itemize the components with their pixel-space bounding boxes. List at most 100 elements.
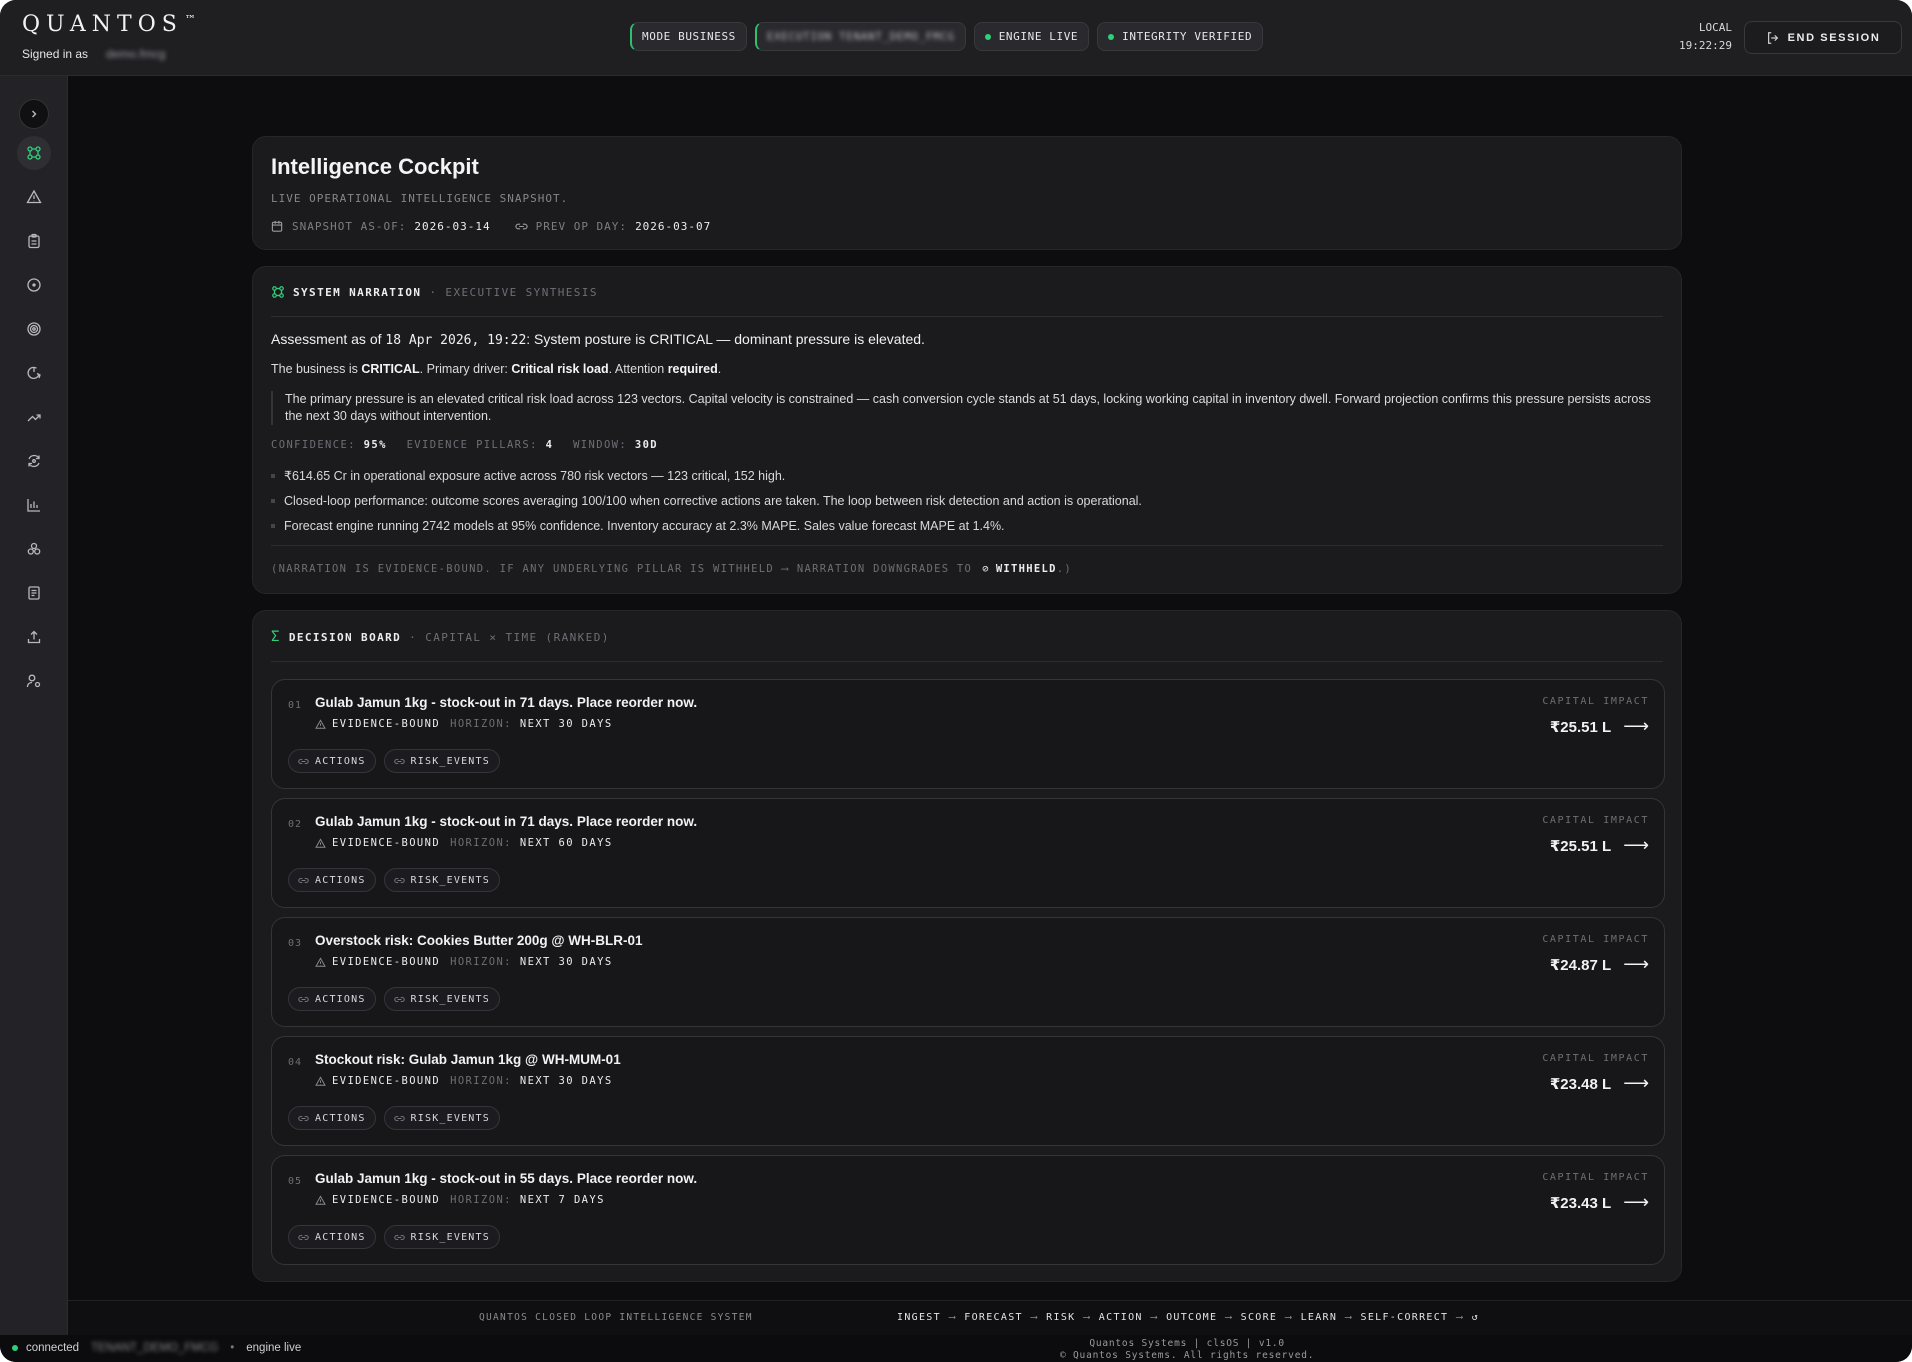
decision-title: Gulab Jamun 1kg - stock-out in 71 days. …	[315, 814, 698, 829]
brand-logo: QUANTOS ™	[22, 12, 196, 37]
sidebar-item-reports[interactable]	[17, 576, 51, 610]
link-icon	[393, 1115, 405, 1121]
decision-item[interactable]: 04 Stockout risk: Gulab Jamun 1kg @ WH-MU…	[271, 1036, 1665, 1146]
sidebar-item-trends[interactable]	[17, 400, 51, 434]
divider	[271, 316, 1663, 317]
loop-step: OUTCOME	[1166, 1312, 1218, 1323]
decision-item[interactable]: 05 Gulab Jamun 1kg - stock-out in 55 days…	[271, 1155, 1665, 1265]
sidebar-item-alerts[interactable]	[17, 180, 51, 214]
page-title: Intelligence Cockpit	[271, 154, 479, 179]
document-icon	[28, 586, 40, 600]
local-clock: LOCAL 19:22:29	[1679, 19, 1732, 55]
capital-impact-value[interactable]: ₹25.51 L ⟶	[1550, 716, 1649, 737]
sidebar-item-user-settings[interactable]	[17, 664, 51, 698]
arrow-right-icon: ⟶	[1623, 716, 1649, 736]
capital-impact-value[interactable]: ₹23.43 L ⟶	[1550, 1192, 1649, 1213]
link-icon	[393, 758, 405, 764]
decision-tags: ACTIONS RISK_EVENTS	[288, 1225, 500, 1249]
sidebar-item-radar[interactable]	[17, 312, 51, 346]
arrow-right-icon: ⟶	[1225, 1312, 1233, 1323]
capital-impact-value[interactable]: ₹24.87 L ⟶	[1550, 954, 1649, 975]
decision-meta: EVIDENCE-BOUND HORIZON: NEXT 60 DAYS	[315, 837, 613, 849]
end-session-button[interactable]: END SESSION	[1744, 21, 1902, 54]
network-icon	[272, 286, 284, 298]
arrow-right-icon: ⟶	[1456, 1312, 1464, 1323]
decision-tags: ACTIONS RISK_EVENTS	[288, 987, 500, 1011]
mode-pill[interactable]: MODE BUSINESS	[630, 22, 747, 51]
sidebar-item-status[interactable]	[17, 268, 51, 302]
decision-board-card: Σ DECISION BOARD · CAPITAL × TIME (RANKE…	[252, 610, 1682, 1282]
risk-events-tag[interactable]: RISK_EVENTS	[383, 749, 500, 773]
actions-tag[interactable]: ACTIONS	[288, 987, 376, 1011]
logout-icon	[1767, 31, 1778, 44]
actions-tag[interactable]: ACTIONS	[288, 749, 376, 773]
sidebar-item-upload[interactable]	[17, 620, 51, 654]
narration-quote: The primary pressure is an elevated crit…	[271, 391, 1661, 425]
sidebar	[0, 76, 68, 1335]
link-icon	[298, 758, 309, 764]
actions-tag[interactable]: ACTIONS	[288, 868, 376, 892]
arrow-right-icon: ⟶	[1623, 1192, 1649, 1212]
signed-in-info: Signed in as demo.fmcg	[22, 47, 165, 61]
arrow-right-icon: ⟶	[1285, 1312, 1293, 1323]
risk-events-tag[interactable]: RISK_EVENTS	[383, 868, 500, 892]
sidebar-item-tasks[interactable]	[17, 224, 51, 258]
narration-footnote: (NARRATION IS EVIDENCE-BOUND. IF ANY UND…	[271, 563, 1073, 575]
sidebar-item-analytics[interactable]	[17, 488, 51, 522]
alert-triangle-icon	[315, 718, 326, 729]
decision-rank: 05	[288, 1176, 303, 1187]
link-icon	[298, 1115, 309, 1121]
risk-events-tag[interactable]: RISK_EVENTS	[383, 987, 500, 1011]
page-subtitle: LIVE OPERATIONAL INTELLIGENCE SNAPSHOT.	[271, 192, 569, 205]
engine-live-pill[interactable]: ENGINE LIVE	[973, 22, 1090, 51]
narration-status-line: The business is CRITICAL. Primary driver…	[271, 362, 722, 376]
execution-pill[interactable]: EXECUTION TENANT_DEMO_FMCG	[754, 22, 966, 51]
horizon-value: NEXT 30 DAYS	[519, 718, 613, 730]
signed-in-label: Signed in as	[22, 47, 89, 61]
tenant-label: TENANT_DEMO_FMCG	[91, 1342, 219, 1354]
evidence-label: EVIDENCE-BOUND	[332, 718, 441, 730]
evidence-label: EVIDENCE-BOUND	[332, 1075, 441, 1087]
decision-item[interactable]: 02 Gulab Jamun 1kg - stock-out in 71 days…	[271, 798, 1665, 908]
capital-impact-value[interactable]: ₹25.51 L ⟶	[1550, 835, 1649, 856]
decision-meta: EVIDENCE-BOUND HORIZON: NEXT 30 DAYS	[315, 1075, 613, 1087]
loop-step: SCORE	[1240, 1312, 1278, 1323]
sidebar-item-loop[interactable]	[17, 444, 51, 478]
risk-events-tag[interactable]: RISK_EVENTS	[383, 1225, 500, 1249]
link-icon	[393, 1234, 405, 1240]
decision-item[interactable]: 01 Gulab Jamun 1kg - stock-out in 71 days…	[271, 679, 1665, 789]
actions-tag[interactable]: ACTIONS	[288, 1225, 376, 1249]
loop-restart-icon: ↺	[1471, 1312, 1480, 1323]
arrow-right-icon: ⟶	[1030, 1312, 1039, 1323]
decision-board-header: Σ DECISION BOARD · CAPITAL × TIME (RANKE…	[271, 629, 610, 645]
decision-tags: ACTIONS RISK_EVENTS	[288, 1106, 500, 1130]
narration-stats: CONFIDENCE: 95% EVIDENCE PILLARS: 4 WIND…	[271, 439, 659, 451]
sidebar-item-modules[interactable]	[17, 532, 51, 566]
arrow-right-icon: ⟶	[1623, 835, 1649, 855]
clock-label: LOCAL	[1698, 21, 1732, 34]
loop-step: INGEST	[897, 1312, 941, 1323]
actions-tag[interactable]: ACTIONS	[288, 1106, 376, 1130]
version-label: Quantos Systems | clsOS | v1.0	[1089, 1338, 1285, 1349]
trending-up-icon	[27, 414, 41, 422]
prev-op-day-label: PREV OP DAY:	[535, 220, 628, 233]
engine-label: engine live	[246, 1342, 302, 1354]
chevron-right-icon	[32, 110, 37, 118]
risk-events-tag[interactable]: RISK_EVENTS	[383, 1106, 500, 1130]
sidebar-expand-button[interactable]	[19, 99, 49, 129]
narration-header: SYSTEM NARRATION · EXECUTIVE SYNTHESIS	[271, 285, 598, 299]
status-dot-icon	[12, 1345, 18, 1351]
decision-rank: 03	[288, 938, 303, 949]
snapshot-value: 2026-03-14	[414, 220, 491, 233]
decision-title: Overstock risk: Cookies Butter 200g @ WH…	[315, 933, 643, 948]
sidebar-item-cycle[interactable]	[17, 356, 51, 390]
narration-heading: SYSTEM NARRATION	[293, 285, 422, 299]
decision-item[interactable]: 03 Overstock risk: Cookies Butter 200g @ …	[271, 917, 1665, 1027]
sidebar-item-cockpit[interactable]	[17, 136, 51, 170]
decision-tags: ACTIONS RISK_EVENTS	[288, 749, 500, 773]
integrity-pill[interactable]: INTEGRITY VERIFIED	[1097, 22, 1264, 51]
decision-rank: 04	[288, 1057, 303, 1068]
capital-impact-value[interactable]: ₹23.48 L ⟶	[1550, 1073, 1649, 1094]
decision-title: Gulab Jamun 1kg - stock-out in 55 days. …	[315, 1171, 698, 1186]
decision-title: Gulab Jamun 1kg - stock-out in 71 days. …	[315, 695, 698, 710]
